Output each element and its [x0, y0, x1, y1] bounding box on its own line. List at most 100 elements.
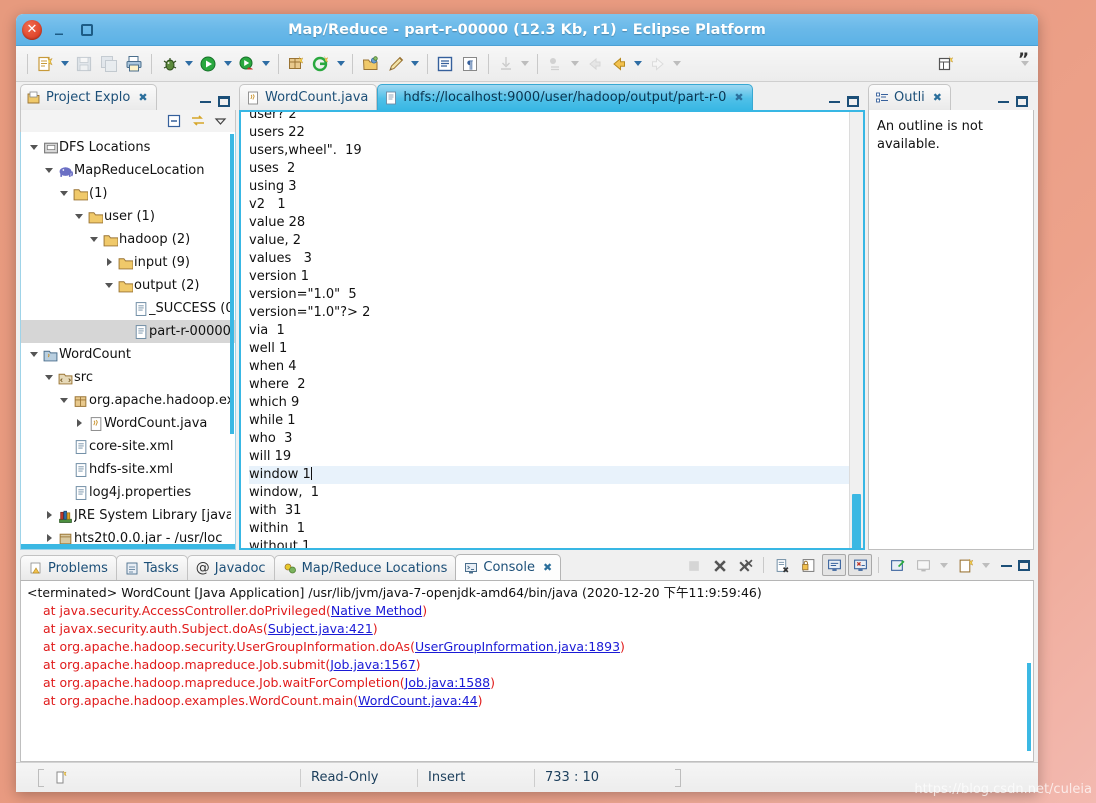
tree-item[interactable]: DFS Locations	[21, 136, 235, 159]
pin-console-button[interactable]	[885, 554, 909, 576]
download-button[interactable]	[494, 51, 519, 77]
console-tab-console[interactable]: Console ✖	[455, 554, 562, 580]
console-vertical-scrollbar[interactable]	[1027, 663, 1031, 751]
tab-project-explorer[interactable]: Project Explo ✖	[20, 84, 157, 110]
tree-twisty-down[interactable]	[102, 283, 116, 288]
tree-twisty-right[interactable]	[42, 534, 56, 542]
window-maximize-button[interactable]	[76, 19, 98, 41]
tab-project-explorer-close[interactable]: ✖	[138, 91, 147, 104]
tree-item[interactable]: MapReduceLocation	[21, 159, 235, 182]
tree-twisty-right[interactable]	[42, 511, 56, 519]
tree-twisty-down[interactable]	[42, 168, 56, 173]
skip-breakpoints-dropdown[interactable]	[568, 51, 581, 77]
remove-launch-button[interactable]	[707, 554, 731, 576]
console-tab-javadoc[interactable]: @ Javadoc	[186, 555, 275, 580]
terminate-button[interactable]	[681, 554, 705, 576]
tree-twisty-down[interactable]	[27, 145, 41, 150]
search-button[interactable]	[383, 51, 408, 77]
window-close-button[interactable]: ✕	[22, 19, 42, 40]
debug-dropdown[interactable]	[182, 51, 195, 77]
console-stack-link[interactable]: Native Method	[331, 603, 422, 618]
console-tab-problems[interactable]: Problems	[20, 555, 117, 580]
tree-item[interactable]: _SUCCESS (0.0 b	[21, 297, 235, 320]
save-button[interactable]	[71, 51, 96, 77]
project-explorer-tree[interactable]: DFS Locations MapReduceLocation (1) user (1…	[20, 131, 236, 550]
tree-item[interactable]: hdfs-site.xml	[21, 458, 235, 481]
tree-vertical-scrollbar[interactable]	[230, 133, 234, 434]
mark-occurrences-button[interactable]	[433, 51, 458, 77]
editor-vertical-scrollbar[interactable]	[849, 112, 863, 548]
maximize-icon[interactable]	[1016, 96, 1028, 107]
console-tab-close[interactable]: ✖	[543, 561, 552, 574]
console-stack-link[interactable]: WordCount.java:44	[358, 693, 478, 708]
tree-twisty-down[interactable]	[87, 237, 101, 242]
editor-scroll-thumb[interactable]	[852, 494, 861, 548]
scroll-lock-button[interactable]	[796, 554, 820, 576]
new-java-class-dropdown[interactable]	[334, 51, 347, 77]
tree-horizontal-scrollbar[interactable]	[21, 544, 235, 549]
link-editor-icon[interactable]	[190, 113, 206, 129]
previous-annotation-button[interactable]	[607, 51, 632, 77]
show-console-on-output-button[interactable]	[822, 554, 846, 576]
console-stack-link[interactable]: Subject.java:421	[268, 621, 373, 636]
open-type-button[interactable]	[358, 51, 383, 77]
tree-item[interactable]: core-site.xml	[21, 435, 235, 458]
save-all-button[interactable]	[96, 51, 121, 77]
show-whitespace-button[interactable]: ¶	[458, 51, 483, 77]
tree-twisty-down[interactable]	[72, 214, 86, 219]
tree-item[interactable]: hadoop (2)	[21, 228, 235, 251]
tab-part-r-00000[interactable]: hdfs://localhost:9000/user/hadoop/output…	[377, 84, 753, 110]
clear-console-button[interactable]	[770, 554, 794, 576]
tree-item[interactable]: WordCount	[21, 343, 235, 366]
window-minimize-button[interactable]: _	[48, 16, 70, 41]
new-wizard-button[interactable]	[33, 51, 58, 77]
toolbar-overflow-button[interactable]: ”	[1018, 50, 1029, 70]
run-button[interactable]	[196, 51, 221, 77]
tree-item[interactable]: JRE System Library [java	[21, 504, 235, 527]
download-dropdown[interactable]	[519, 51, 532, 77]
open-console-button[interactable]	[953, 554, 977, 576]
next-annotation-dropdown[interactable]	[670, 51, 683, 77]
console-stack-link[interactable]: Job.java:1588	[405, 675, 490, 690]
skip-breakpoints-button[interactable]	[543, 51, 568, 77]
collapse-all-icon[interactable]	[166, 113, 182, 129]
console-tab-tasks[interactable]: Tasks	[115, 555, 188, 580]
chevron-down-icon[interactable]	[214, 114, 227, 127]
tab-part-r-00000-close[interactable]: ✖	[734, 91, 743, 104]
minimize-icon[interactable]	[200, 100, 211, 103]
display-selected-console-button-dropdown[interactable]	[937, 552, 951, 578]
tree-item[interactable]: (1)	[21, 182, 235, 205]
display-selected-console-button[interactable]	[911, 554, 935, 576]
console-maximize-button[interactable]	[1018, 559, 1030, 571]
tree-item[interactable]: WordCount.java	[21, 412, 235, 435]
minimize-icon[interactable]	[829, 100, 840, 103]
remove-all-terminated-button[interactable]	[733, 554, 757, 576]
console-minimize-button[interactable]	[1001, 564, 1012, 567]
console-stack-link[interactable]: Job.java:1567	[330, 657, 415, 672]
search-dropdown[interactable]	[408, 51, 421, 77]
tree-item[interactable]: org.apache.hadoop.ex	[21, 389, 235, 412]
new-wizard-dropdown[interactable]	[58, 51, 71, 77]
tree-twisty-right[interactable]	[72, 419, 86, 427]
previous-annotation-dropdown[interactable]	[632, 51, 645, 77]
show-console-on-error-button[interactable]	[848, 554, 872, 576]
maximize-icon[interactable]	[218, 96, 230, 107]
tab-outline-close[interactable]: ✖	[933, 91, 942, 104]
back-history-button[interactable]	[582, 51, 607, 77]
next-annotation-button[interactable]	[645, 51, 670, 77]
minimize-icon[interactable]	[998, 100, 1009, 103]
console-output[interactable]: <terminated> WordCount [Java Application…	[20, 580, 1034, 762]
editor-content[interactable]: user? 2 users 22 users,wheel". 19 uses 2 usi…	[241, 112, 849, 548]
tree-twisty-down[interactable]	[42, 375, 56, 380]
maximize-icon[interactable]	[847, 96, 859, 107]
tree-twisty-down[interactable]	[57, 191, 71, 196]
new-perspective-button[interactable]	[933, 51, 958, 77]
tree-twisty-right[interactable]	[102, 258, 116, 266]
new-java-class-button[interactable]	[309, 51, 334, 77]
run-external-tools-button[interactable]	[234, 51, 259, 77]
tree-item[interactable]: src	[21, 366, 235, 389]
tree-item[interactable]: input (9)	[21, 251, 235, 274]
tree-twisty-down[interactable]	[57, 398, 71, 403]
tree-item[interactable]: output (2)	[21, 274, 235, 297]
console-tab-map-reduce-locations[interactable]: Map/Reduce Locations	[273, 555, 457, 580]
